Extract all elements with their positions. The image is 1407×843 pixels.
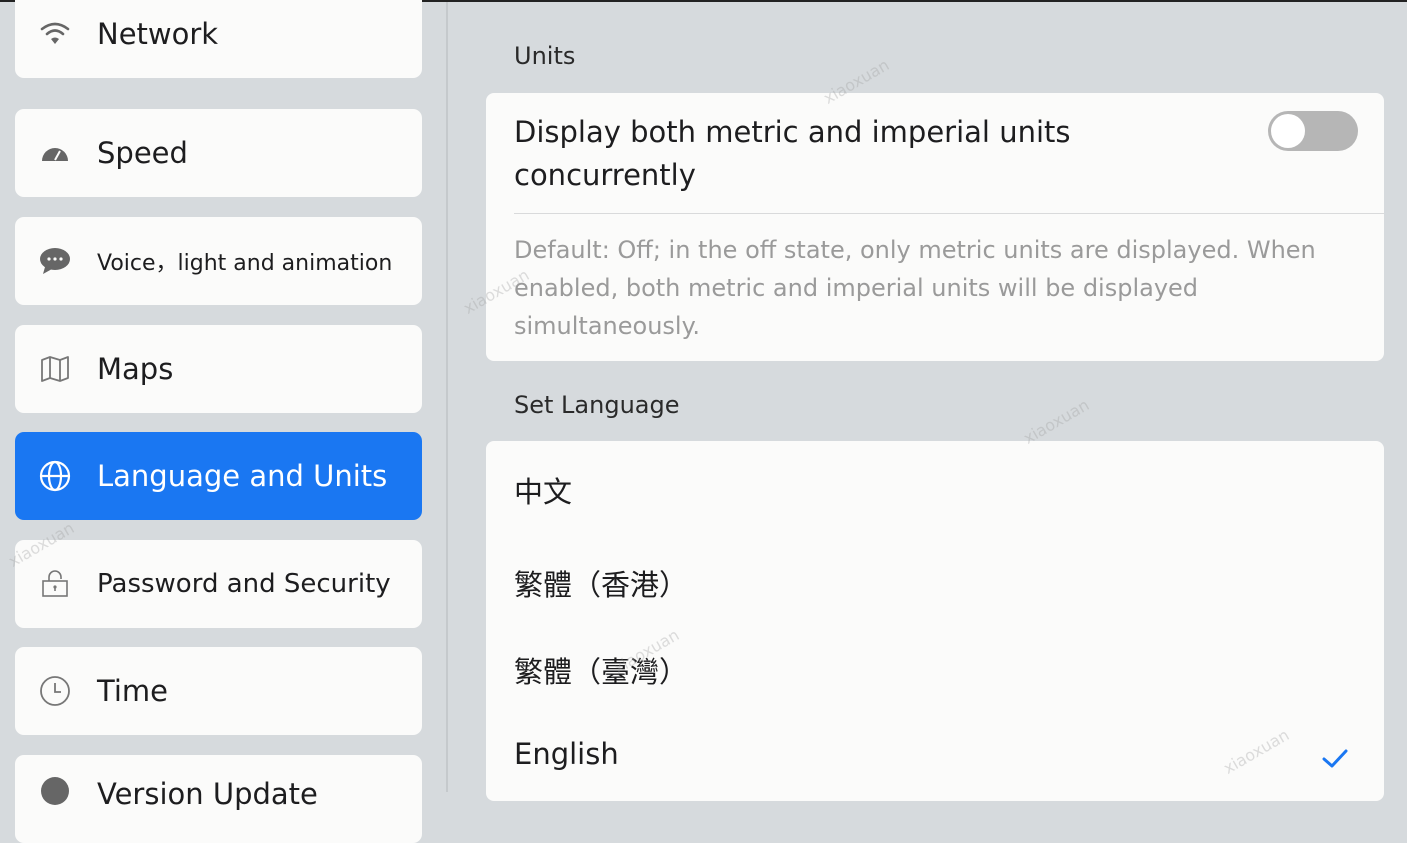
chat-bubble-icon	[37, 243, 73, 279]
lock-icon	[37, 566, 73, 602]
settings-content: Units Display both metric and imperial u…	[450, 2, 1407, 801]
speedometer-icon	[37, 135, 73, 171]
sidebar-item-label: Password and Security	[97, 569, 391, 599]
dual-units-toggle[interactable]	[1268, 111, 1358, 151]
sidebar-item-label: Language and Units	[97, 459, 388, 493]
sidebar-item-label: Version Update	[97, 777, 318, 811]
units-section-title: Units	[514, 42, 576, 70]
toggle-knob	[1271, 114, 1305, 148]
sidebar-item-label: Maps	[97, 352, 174, 386]
sidebar-item-maps[interactable]: Maps	[15, 325, 422, 413]
dual-units-setting-title: Display both metric and imperial units c…	[514, 115, 1071, 192]
sidebar-item-label: Speed	[97, 136, 188, 170]
sidebar-item-language-and-units[interactable]: Language and Units	[15, 432, 422, 520]
units-card: Display both metric and imperial units c…	[486, 93, 1384, 361]
update-icon	[37, 773, 73, 809]
language-option-chinese-simplified[interactable]: 中文	[514, 469, 572, 511]
language-section-title: Set Language	[514, 391, 680, 419]
dual-units-description: Default: Off; in the off state, only met…	[514, 236, 1316, 340]
language-card: 中文 繁體（香港） 繁體（臺灣） English	[486, 441, 1384, 801]
sidebar-item-version-update[interactable]: Version Update	[15, 755, 422, 843]
globe-icon	[37, 458, 73, 494]
watermark: xiaoxuan	[1020, 395, 1093, 448]
sidebar-item-label: Network	[97, 17, 219, 51]
language-option-traditional-taiwan[interactable]: 繁體（臺灣）	[514, 649, 688, 691]
sidebar-item-label: Voice，light and animation	[97, 251, 393, 276]
sidebar-item-time[interactable]: Time	[15, 647, 422, 735]
sidebar-item-speed[interactable]: Speed	[15, 109, 422, 197]
clock-icon	[37, 673, 73, 709]
sidebar-item-voice-light-animation[interactable]: Voice，light and animation	[15, 217, 422, 305]
divider	[514, 213, 1384, 214]
language-option-english[interactable]: English	[514, 737, 619, 771]
sidebar-item-label: Time	[97, 674, 168, 708]
settings-sidebar: Network Speed Voice，light and animation	[0, 0, 448, 843]
language-option-traditional-hongkong[interactable]: 繁體（香港）	[514, 562, 688, 604]
sidebar-item-password-and-security[interactable]: Password and Security	[15, 540, 422, 628]
sidebar-item-network[interactable]: Network	[15, 0, 422, 78]
checkmark-icon	[1322, 749, 1348, 768]
wifi-icon	[37, 16, 73, 52]
map-icon	[37, 351, 73, 387]
